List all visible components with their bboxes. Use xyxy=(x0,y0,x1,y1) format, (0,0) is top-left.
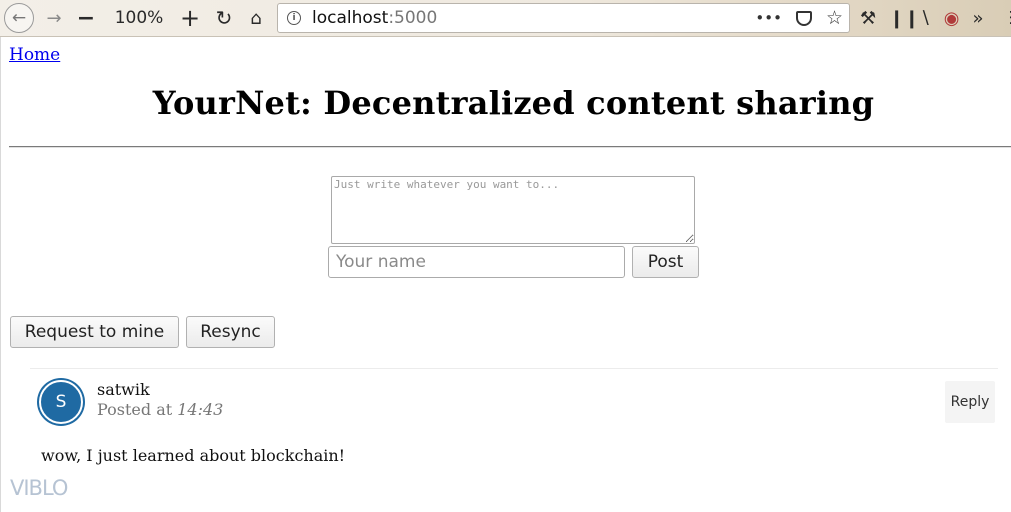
url-text[interactable]: localhost:5000 xyxy=(312,8,437,28)
bookmark-star-icon[interactable]: ☆ xyxy=(826,7,843,29)
zoom-in-icon[interactable]: + xyxy=(178,0,202,36)
reply-button[interactable]: Reply xyxy=(945,381,995,423)
post-author: satwik xyxy=(97,380,150,399)
tools-icon[interactable]: ⚒ xyxy=(860,8,876,29)
toolbar-right-icons: ⚒ ❙❙∖ ◉ » ☰ xyxy=(860,0,1011,36)
post-card-divider xyxy=(30,368,998,369)
extension-icon[interactable]: ◉ xyxy=(944,8,960,29)
post-content: wow, I just learned about blockchain! xyxy=(41,446,346,465)
post-timestamp: Posted at 14:43 xyxy=(97,400,223,419)
info-icon[interactable]: i xyxy=(287,11,301,25)
post-content-textarea[interactable] xyxy=(331,176,695,244)
url-actions: ••• ☆ xyxy=(755,4,843,32)
url-bar[interactable]: i localhost:5000 ••• ☆ xyxy=(277,3,850,33)
home-icon[interactable]: ⌂ xyxy=(244,0,268,36)
overflow-icon[interactable]: » xyxy=(972,8,983,29)
request-to-mine-button[interactable]: Request to mine xyxy=(10,316,179,348)
library-icon[interactable]: ❙❙∖ xyxy=(889,8,931,29)
avatar: S xyxy=(39,380,83,424)
url-host: localhost xyxy=(312,8,389,28)
pocket-icon[interactable] xyxy=(795,10,812,26)
post-time: 14:43 xyxy=(177,400,224,419)
resync-button[interactable]: Resync xyxy=(186,316,275,348)
zoom-out-icon[interactable]: − xyxy=(74,0,98,36)
header-divider xyxy=(9,146,1011,148)
back-icon[interactable]: ← xyxy=(4,3,34,33)
reload-icon[interactable]: ↻ xyxy=(212,0,236,36)
page-actions-icon[interactable]: ••• xyxy=(755,9,782,27)
home-link[interactable]: Home xyxy=(9,45,60,65)
browser-toolbar: ← → − 100% + ↻ ⌂ i localhost:5000 ••• ☆ … xyxy=(0,0,1011,37)
post-button[interactable]: Post xyxy=(632,246,699,278)
url-port: :5000 xyxy=(388,8,438,28)
posted-prefix: Posted at xyxy=(97,400,173,419)
watermark-logo: VIBLO xyxy=(10,476,68,500)
name-input[interactable] xyxy=(328,246,625,278)
forward-icon[interactable]: → xyxy=(42,0,66,36)
page-title: YourNet: Decentralized content sharing xyxy=(152,84,875,122)
zoom-level[interactable]: 100% xyxy=(106,0,172,36)
